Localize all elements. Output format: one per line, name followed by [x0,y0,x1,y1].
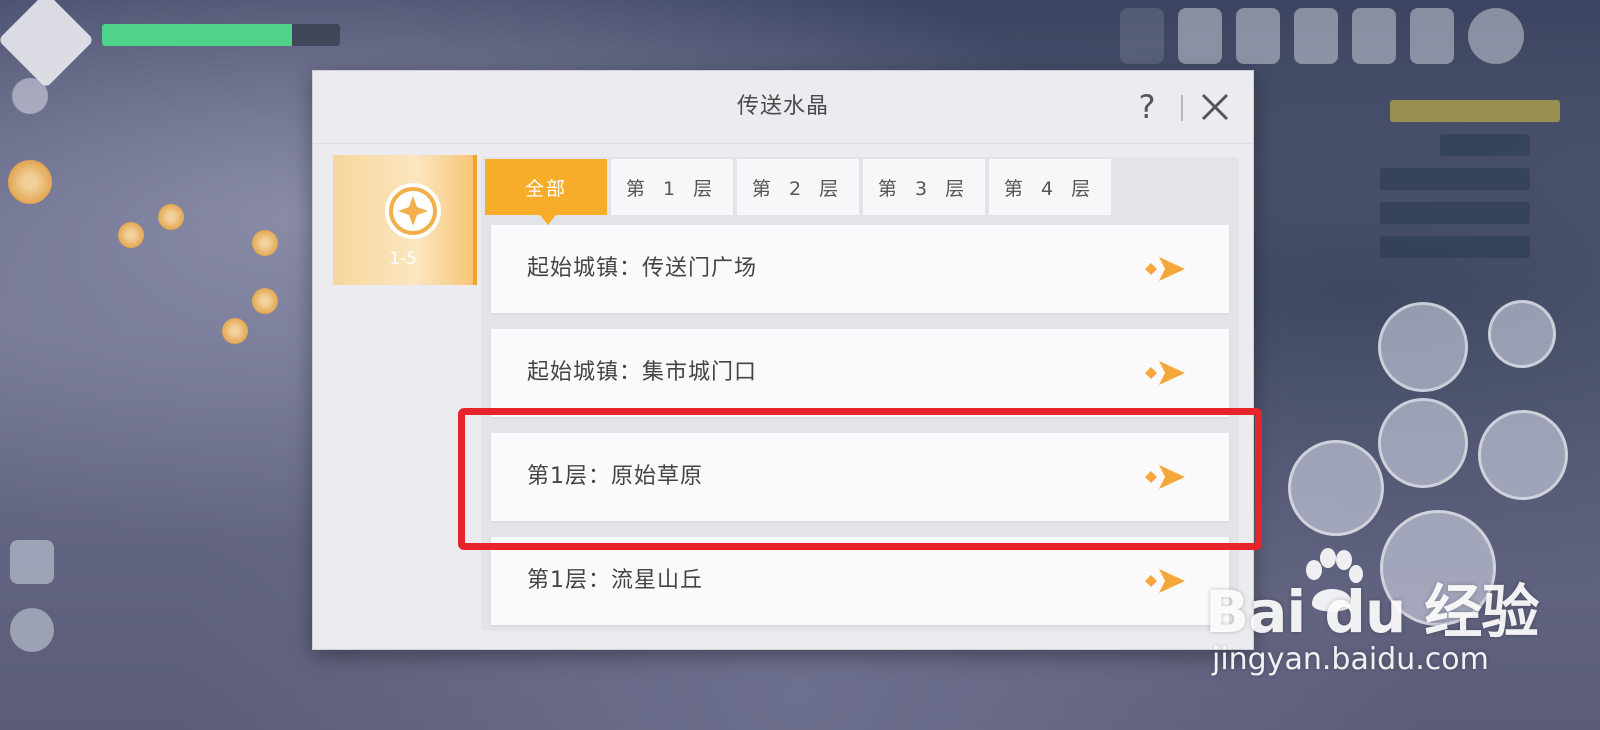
avatar[interactable] [1468,8,1524,64]
teleport-destination-label: 起始城镇：传送门广场 [527,256,758,281]
character-portrait-button[interactable] [1378,302,1468,392]
guild-emblem-icon [0,0,95,89]
tab-floor-3[interactable]: 第 3 层 [863,159,985,215]
floor-range-label: 1-5 [389,249,417,269]
dialog-title: 传送水晶 [736,94,829,119]
party-member-row [1380,168,1530,190]
tab-floor-2[interactable]: 第 2 层 [737,159,859,215]
party-member-row [1390,100,1560,122]
menu-icon[interactable] [1352,8,1396,64]
hp-bar [102,24,340,46]
go-arrow-icon[interactable] [1143,357,1187,389]
teleport-row[interactable]: 第1层：原始草原 [491,433,1229,521]
close-icon[interactable] [1197,89,1233,125]
coin-icon [252,288,278,314]
coin-icon [158,204,184,230]
coin-icon [252,230,278,256]
watermark-brand: Bai du 经验 [1205,578,1539,646]
party-member-row [1380,236,1530,258]
teleport-row[interactable]: 起始城镇：传送门广场 [491,225,1229,313]
compass-icon [385,183,441,239]
tab-floor-1[interactable]: 第 1 层 [611,159,733,215]
skill-button[interactable] [1288,440,1384,536]
map-button[interactable] [12,78,48,114]
floor-range-tab[interactable]: 1-5 [333,155,477,285]
menu-icon[interactable] [1236,8,1280,64]
teleport-row[interactable]: 第1层：流星山丘 [491,537,1229,625]
teleport-row[interactable]: 起始城镇：集市城门口 [491,329,1229,417]
dialog-header: 传送水晶 ? [313,71,1253,144]
party-member-row [1380,202,1530,224]
top-menu-bar [1120,8,1524,64]
party-member-row [1440,134,1530,156]
skill-button[interactable] [1378,398,1468,488]
menu-icon[interactable] [1178,8,1222,64]
go-arrow-icon[interactable] [1143,253,1187,285]
hp-bar-fill [102,24,293,46]
floor-filter-tabs: 全部 第 1 层 第 2 层 第 3 层 第 4 层 [485,159,1111,225]
menu-icon[interactable] [1120,8,1164,64]
help-button[interactable]: ? [1129,87,1165,127]
teleport-list: 起始城镇：传送门广场 起始城镇：集市城门口 第1层：原始草原 第1层：流星山丘 [491,225,1229,631]
watermark-url: jingyan.baidu.com [1212,642,1489,677]
teleport-destination-label: 起始城镇：集市城门口 [527,360,758,385]
teleport-destination-label: 第1层：原始草原 [527,464,703,489]
coin-icon [8,160,52,204]
party-panel [1262,100,1560,270]
coin-icon [118,222,144,248]
go-arrow-icon[interactable] [1143,565,1187,597]
side-menu-button[interactable] [10,540,54,584]
menu-icon[interactable] [1294,8,1338,64]
menu-icon[interactable] [1410,8,1454,64]
header-divider [1181,95,1183,121]
coin-icon [222,318,248,344]
teleport-destination-label: 第1层：流星山丘 [527,568,703,593]
tab-all[interactable]: 全部 [485,159,607,225]
teleport-list-panel: 全部 第 1 层 第 2 层 第 3 层 第 4 层 起始城镇：传送门广场 起始… [481,157,1239,631]
side-menu-button[interactable] [10,608,54,652]
tab-floor-4[interactable]: 第 4 层 [989,159,1111,215]
go-arrow-icon[interactable] [1143,461,1187,493]
teleport-crystal-dialog: 传送水晶 ? 1-5 全部 第 1 层 第 2 层 第 3 层 第 4 层 起始… [312,70,1254,650]
skill-button[interactable] [1488,300,1556,368]
skill-button[interactable] [1478,410,1568,500]
